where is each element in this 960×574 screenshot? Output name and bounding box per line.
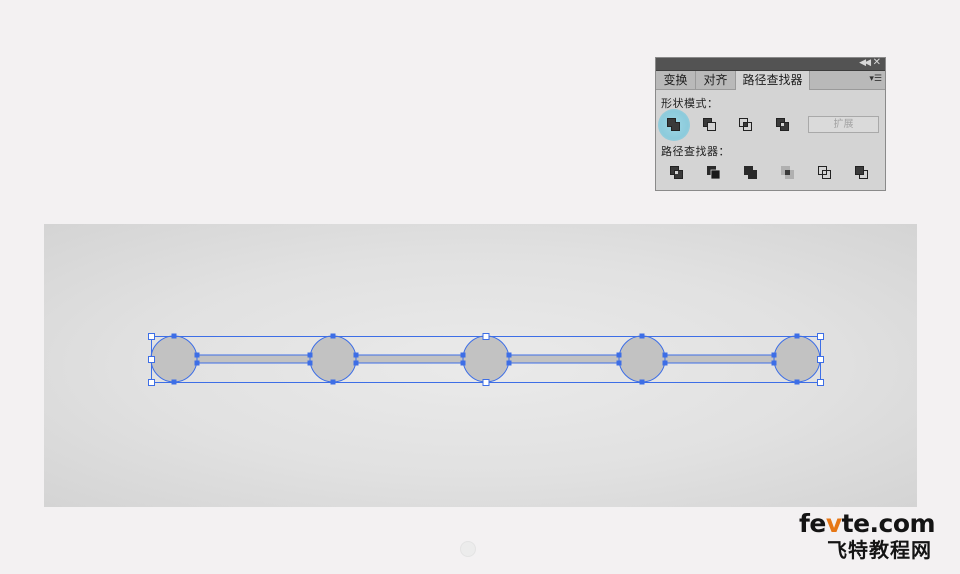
minus-back-button[interactable] (853, 164, 871, 182)
exclude-icon (776, 118, 789, 131)
watermark-domain: fevte.com (799, 509, 936, 538)
anchor-point[interactable] (639, 333, 645, 339)
crop-icon (781, 166, 794, 179)
anchor-point[interactable] (616, 352, 622, 358)
anchor-point[interactable] (639, 379, 645, 385)
anchor-point[interactable] (330, 379, 336, 385)
minus-back-icon (855, 166, 868, 179)
panel-tabbar: 变换 对齐 路径查找器 ▾☰ (656, 71, 885, 90)
connector-bar[interactable] (196, 354, 311, 364)
divide-button[interactable] (668, 164, 686, 182)
minus-front-button[interactable] (701, 116, 719, 134)
minus-front-icon (703, 118, 716, 131)
anchor-point[interactable] (171, 333, 177, 339)
trim-icon (707, 166, 721, 180)
bounding-box-handle[interactable] (148, 333, 155, 340)
tab-align[interactable]: 对齐 (696, 71, 736, 89)
anchor-point[interactable] (506, 352, 512, 358)
unite-button[interactable] (665, 116, 683, 134)
anchor-point[interactable] (171, 379, 177, 385)
merge-icon (744, 166, 757, 179)
bounding-box-handle[interactable] (817, 333, 824, 340)
merge-button[interactable] (742, 164, 760, 182)
circle-shape[interactable] (309, 335, 357, 383)
anchor-point[interactable] (307, 352, 313, 358)
anchor-point[interactable] (771, 360, 777, 366)
bounding-box-handle[interactable] (148, 379, 155, 386)
anchor-point[interactable] (460, 360, 466, 366)
tab-pathfinder[interactable]: 路径查找器 (736, 71, 810, 90)
intersect-icon (739, 118, 752, 131)
anchor-point[interactable] (662, 352, 668, 358)
anchor-point[interactable] (794, 333, 800, 339)
bounding-box-handle[interactable] (482, 333, 490, 340)
bounding-box-handle[interactable] (482, 379, 490, 386)
circle-shape[interactable] (773, 335, 821, 383)
circle-shape[interactable] (462, 335, 510, 383)
circle-shape[interactable] (150, 335, 198, 383)
anchor-point[interactable] (353, 352, 359, 358)
anchor-point[interactable] (616, 360, 622, 366)
anchor-point[interactable] (194, 360, 200, 366)
outline-icon (818, 166, 831, 179)
trim-button[interactable] (705, 164, 723, 182)
anchor-point[interactable] (460, 352, 466, 358)
anchor-point[interactable] (307, 360, 313, 366)
bounding-box-handle[interactable] (148, 356, 155, 363)
connector-bar[interactable] (664, 354, 775, 364)
exclude-button[interactable] (774, 116, 792, 134)
panel-titlebar[interactable]: ◀◀ ✕ (656, 57, 885, 71)
anchor-point[interactable] (194, 352, 200, 358)
pathfinders-label: 路径查找器： (661, 145, 730, 158)
collapse-panel-icon[interactable]: ◀◀ (859, 57, 871, 69)
site-watermark: fevte.com 飞特教程网 (799, 510, 949, 566)
crop-button[interactable] (779, 164, 797, 182)
bounding-box-handle[interactable] (817, 379, 824, 386)
anchor-point[interactable] (353, 360, 359, 366)
outline-button[interactable] (816, 164, 834, 182)
artboard[interactable] (44, 224, 917, 507)
tab-transform[interactable]: 变换 (656, 71, 696, 89)
intersect-button[interactable] (737, 116, 755, 134)
panel-menu-icon[interactable]: ▾☰ (869, 74, 882, 84)
watermark-site-name: 飞特教程网 (827, 538, 932, 562)
pathfinder-panel: ◀◀ ✕ 变换 对齐 路径查找器 ▾☰ 形状模式： 扩展 路径查找器： (655, 57, 886, 191)
connector-bar[interactable] (355, 354, 464, 364)
expand-button[interactable]: 扩展 (808, 116, 879, 133)
bounding-box-handle[interactable] (817, 356, 824, 363)
anchor-point[interactable] (662, 360, 668, 366)
anchor-point[interactable] (330, 333, 336, 339)
artwork-canvas[interactable] (44, 224, 917, 507)
anchor-point[interactable] (506, 360, 512, 366)
connector-bar[interactable] (508, 354, 620, 364)
unite-icon (667, 118, 680, 131)
page-indicator-icon (460, 541, 476, 557)
anchor-point[interactable] (794, 379, 800, 385)
circle-shape[interactable] (618, 335, 666, 383)
divide-icon (670, 166, 683, 179)
anchor-point[interactable] (771, 352, 777, 358)
close-icon[interactable]: ✕ (873, 57, 881, 69)
